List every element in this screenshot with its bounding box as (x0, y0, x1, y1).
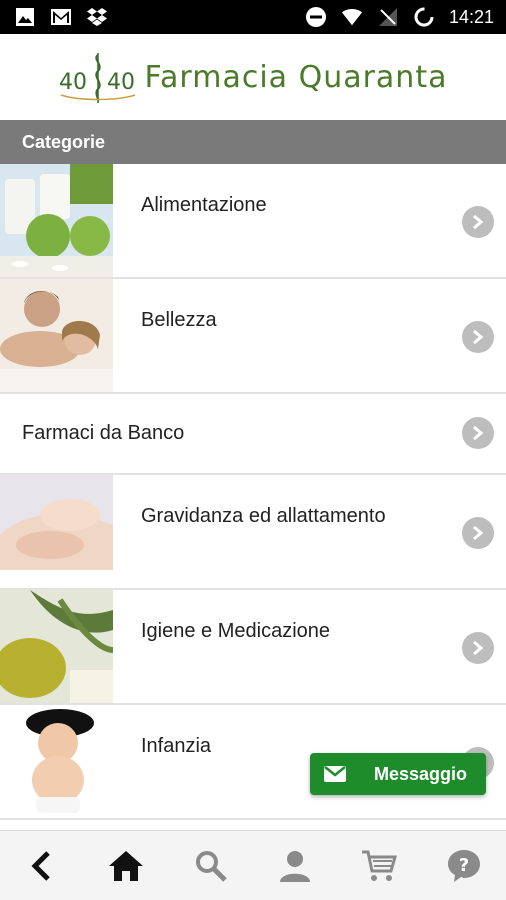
svg-text:?: ? (459, 855, 469, 876)
nav-search-button[interactable] (181, 836, 241, 896)
app-header: 40 40 Farmacia Quaranta (0, 34, 506, 120)
dropbox-icon (86, 6, 108, 28)
status-time: 14:21 (448, 6, 494, 27)
nav-cart-button[interactable] (349, 836, 409, 896)
status-right: 14:21 (305, 6, 494, 28)
category-label: Bellezza (141, 309, 217, 331)
category-thumbnail (0, 475, 113, 588)
wifi-icon (341, 6, 363, 28)
chevron-right-icon (462, 321, 494, 353)
status-bar: 14:21 (0, 0, 506, 34)
back-arrow-icon (31, 850, 50, 881)
chevron-right-icon (462, 206, 494, 238)
category-item-alimentazione[interactable]: Alimentazione (0, 164, 506, 279)
app-title: Farmacia Quaranta (144, 59, 448, 95)
message-button[interactable]: Messaggio (310, 753, 486, 795)
category-label: Gravidanza ed allattamento (141, 505, 386, 527)
category-label: Alimentazione (141, 194, 267, 216)
chevron-right-icon (462, 517, 494, 549)
category-label: Farmaci da Banco (22, 422, 185, 444)
message-button-label: Messaggio (374, 763, 468, 784)
category-thumbnail (0, 705, 113, 818)
status-left (14, 6, 108, 28)
dnd-icon (305, 6, 327, 28)
search-icon (195, 850, 227, 882)
gmail-icon (50, 6, 72, 28)
nav-home-button[interactable] (96, 836, 156, 896)
bottom-navigation: ? (0, 830, 506, 900)
signal-icon (377, 6, 399, 28)
mail-icon (310, 753, 360, 795)
category-thumbnail (0, 279, 113, 392)
category-label: Igiene e Medicazione (141, 620, 331, 642)
nav-help-button[interactable]: ? (434, 836, 494, 896)
home-icon (109, 850, 144, 881)
category-label: Infanzia (141, 735, 212, 757)
svg-text:40: 40 (59, 70, 87, 95)
category-list: Alimentazione Bellezza Farmaci da Banco (0, 164, 506, 820)
category-item-gravidanza[interactable]: Gravidanza ed allattamento (0, 475, 506, 590)
user-icon (280, 850, 311, 882)
cart-icon (362, 850, 398, 881)
nav-back-button[interactable] (12, 836, 72, 896)
chevron-right-icon (462, 632, 494, 664)
svg-text:40: 40 (107, 70, 135, 95)
image-icon (14, 6, 36, 28)
category-item-farmaci-da-banco[interactable]: Farmaci da Banco (0, 394, 506, 475)
nav-account-button[interactable] (265, 836, 325, 896)
category-thumbnail (0, 590, 113, 703)
category-item-bellezza[interactable]: Bellezza (0, 279, 506, 394)
logo[interactable]: 40 40 Farmacia Quaranta (59, 49, 448, 105)
battery-icon (413, 6, 435, 28)
pharmacy-logo-icon: 40 40 (59, 53, 135, 103)
section-title: Categorie (22, 131, 106, 152)
section-header: Categorie (0, 120, 506, 164)
chevron-right-icon (462, 417, 494, 449)
category-item-igiene[interactable]: Igiene e Medicazione (0, 590, 506, 705)
help-icon: ? (447, 849, 480, 882)
category-thumbnail (0, 164, 113, 277)
